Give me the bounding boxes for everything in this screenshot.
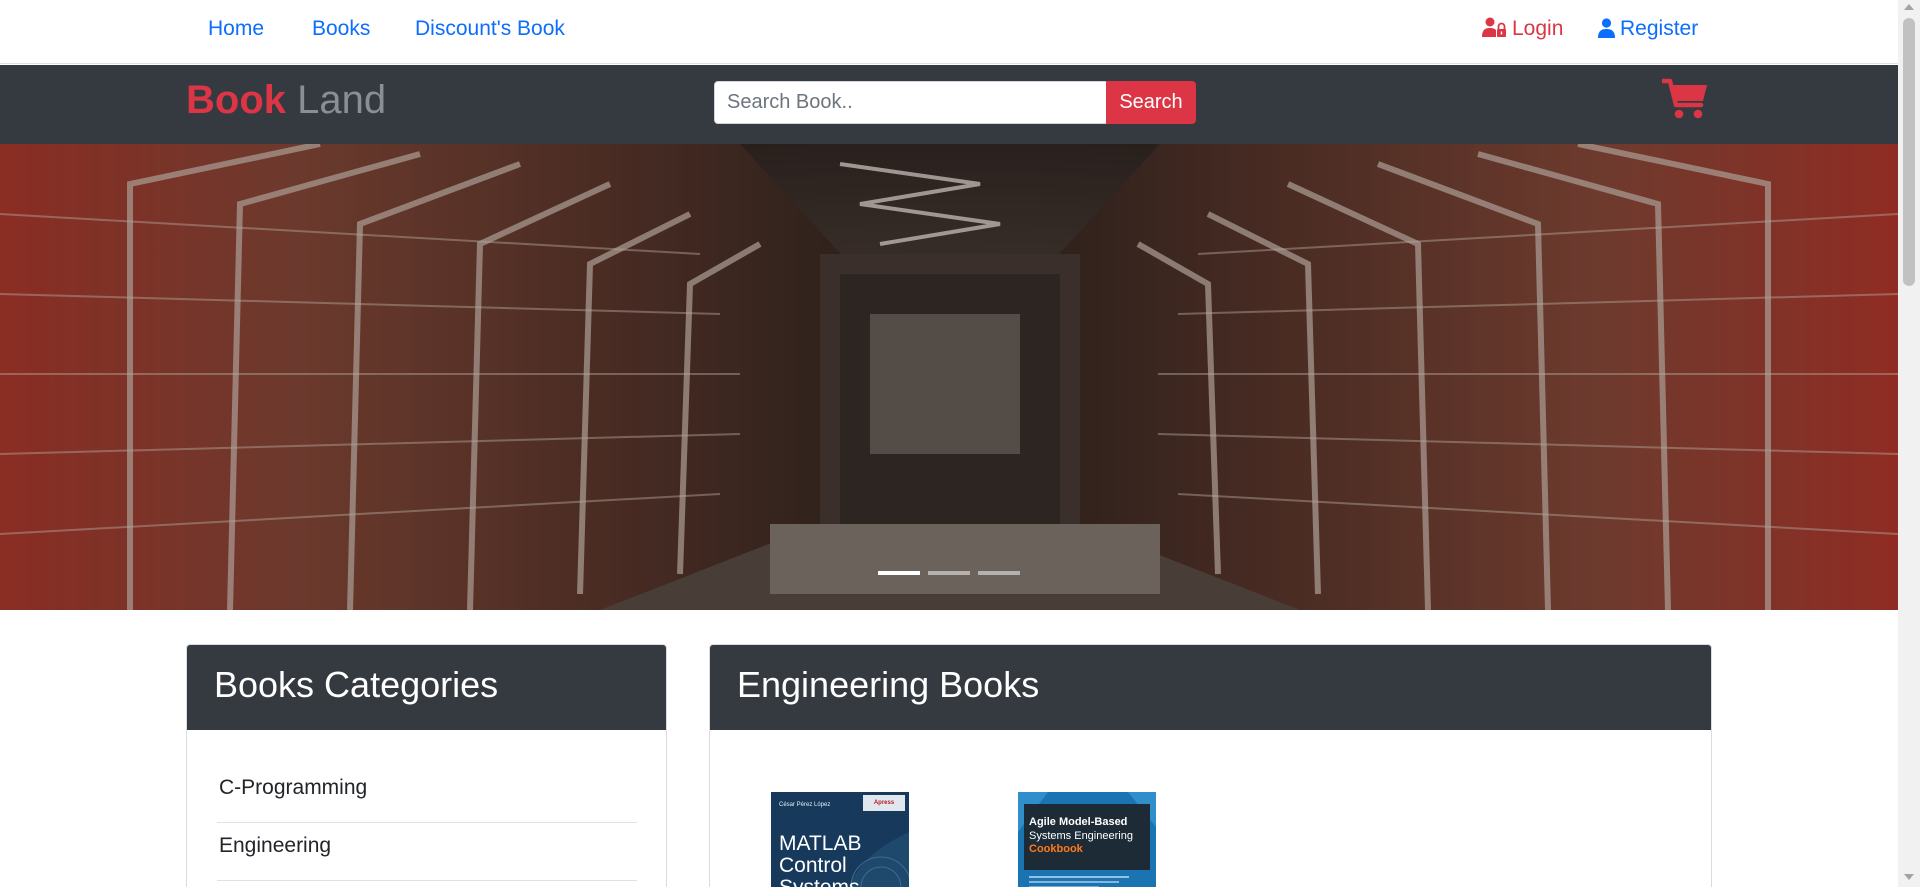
matlab-book-author: César Pérez López xyxy=(779,802,830,808)
page-scrollbar[interactable] xyxy=(1898,0,1920,887)
carousel-indicator-2[interactable] xyxy=(928,571,970,575)
brand-part-land: Land xyxy=(297,78,387,122)
user-lock-icon xyxy=(1482,17,1506,37)
nav-discount-link[interactable]: Discount's Book xyxy=(415,16,565,42)
nav-register-link[interactable]: Register xyxy=(1598,16,1698,42)
agile-mbse-cover-art: Agile Model-Based Systems Engineering Co… xyxy=(1018,792,1156,887)
agile-book-title-line2: Systems Engineering xyxy=(1029,830,1133,842)
bookstore-hero-image xyxy=(0,144,1898,610)
nav-login-link[interactable]: Login xyxy=(1482,16,1563,42)
category-item-c-programming[interactable]: C-Programming xyxy=(217,765,637,823)
agile-book-title-line1: Agile Model-Based xyxy=(1029,816,1127,828)
search-button[interactable]: Search xyxy=(1106,81,1196,124)
book-cover-matlab[interactable]: Apress César Pérez López MATLAB Control … xyxy=(771,792,909,887)
matlab-book-title-line2: Control xyxy=(779,854,847,877)
cart-button[interactable] xyxy=(1660,78,1708,120)
hero-carousel[interactable] xyxy=(0,144,1898,610)
categories-card: Books Categories C-Programming Engineeri… xyxy=(186,644,667,887)
matlab-cover-art: Apress César Pérez López MATLAB Control … xyxy=(771,792,909,887)
brand-part-book: Book xyxy=(186,78,286,122)
top-navbar: Home Books Discount's Book Login Registe… xyxy=(0,0,1898,64)
matlab-book-title-line3: Systems xyxy=(779,876,860,887)
engineering-books-card: Engineering Books Apress César Pérez Lóp… xyxy=(709,644,1712,887)
categories-title: Books Categories xyxy=(214,664,499,705)
scroll-up-arrow-icon[interactable] xyxy=(1904,4,1914,10)
search-input[interactable] xyxy=(714,81,1107,124)
engineering-card-header: Engineering Books xyxy=(710,645,1711,730)
engineering-title: Engineering Books xyxy=(737,664,1040,705)
shopping-cart-icon xyxy=(1660,78,1707,119)
login-label: Login xyxy=(1512,17,1564,40)
user-icon xyxy=(1598,18,1615,38)
brand-logo[interactable]: Book Land xyxy=(186,76,386,124)
categories-list: C-Programming Engineering xyxy=(217,765,637,881)
scroll-down-arrow-icon[interactable] xyxy=(1904,874,1914,880)
categories-card-header: Books Categories xyxy=(187,645,666,730)
agile-book-subtitle: Cookbook xyxy=(1029,843,1084,855)
matlab-book-title-line1: MATLAB xyxy=(779,832,861,855)
category-item-engineering[interactable]: Engineering xyxy=(217,823,637,881)
scrollbar-thumb[interactable] xyxy=(1903,18,1915,286)
nav-books-link[interactable]: Books xyxy=(312,16,370,42)
carousel-indicator-3[interactable] xyxy=(978,571,1020,575)
matlab-book-publisher: Apress xyxy=(874,800,895,806)
carousel-indicator-1[interactable] xyxy=(878,571,920,575)
nav-home-link[interactable]: Home xyxy=(208,16,264,42)
book-cover-agile-mbse[interactable]: Agile Model-Based Systems Engineering Co… xyxy=(1018,792,1156,887)
register-label: Register xyxy=(1620,17,1699,40)
brand-bar: Book Land Search xyxy=(0,65,1898,144)
